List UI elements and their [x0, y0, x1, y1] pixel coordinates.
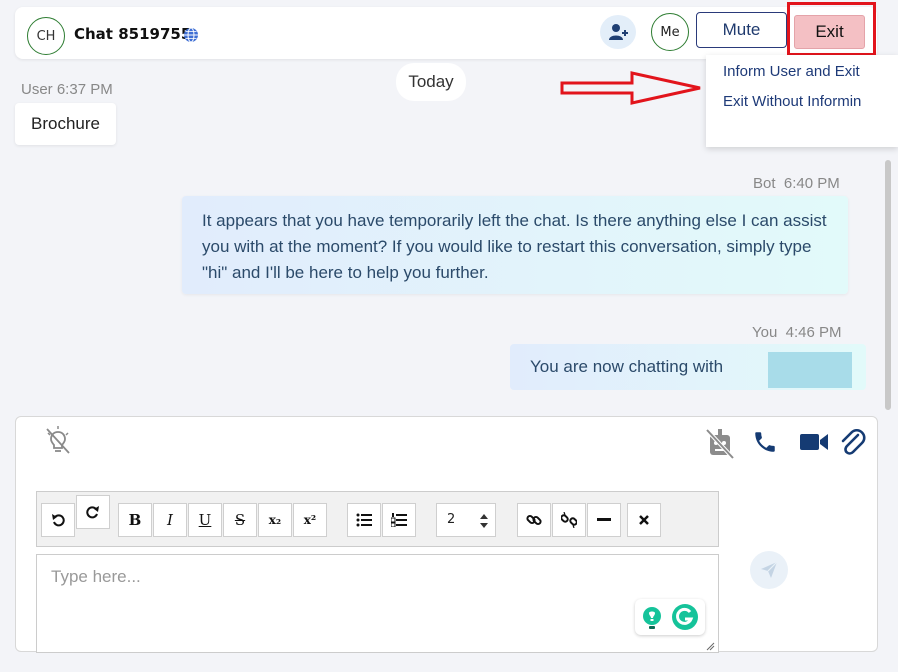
- underline-button[interactable]: U: [188, 503, 222, 537]
- redacted-agent-name: [768, 352, 852, 388]
- strikethrough-button[interactable]: S: [223, 503, 257, 537]
- add-user-icon: [609, 24, 628, 40]
- close-icon: [639, 515, 649, 525]
- horizontal-rule-button[interactable]: [587, 503, 621, 537]
- paperclip-icon[interactable]: [838, 427, 866, 457]
- video-camera-icon[interactable]: [799, 431, 829, 453]
- message-input[interactable]: Type here...: [36, 554, 719, 653]
- minus-icon: [597, 518, 611, 521]
- you-message-meta: You 4:46 PM: [752, 324, 842, 341]
- italic-button[interactable]: I: [153, 503, 187, 537]
- red-arrow-annotation: [560, 71, 701, 105]
- bullet-list-icon: [356, 513, 372, 527]
- exit-highlight-box: Exit: [787, 2, 876, 56]
- bot-message-meta: Bot 6:40 PM: [753, 175, 840, 192]
- bot-message-bubble: It appears that you have temporarily lef…: [182, 196, 848, 294]
- editor-toolbar: B I U S x₂ x² 2: [36, 491, 719, 547]
- exit-dropdown-menu: Inform User and Exit Exit Without Inform…: [706, 55, 898, 147]
- phone-icon[interactable]: [752, 429, 778, 455]
- globe-icon: [184, 27, 198, 43]
- numbered-list-icon: [391, 513, 407, 527]
- unlink-button[interactable]: [552, 503, 586, 537]
- clear-format-button[interactable]: [627, 503, 661, 537]
- undo-icon: [52, 514, 65, 527]
- link-icon: [526, 514, 542, 526]
- send-button[interactable]: [750, 551, 788, 589]
- add-user-button[interactable]: [600, 15, 636, 49]
- me-avatar[interactable]: Me: [651, 13, 689, 51]
- undo-button[interactable]: [41, 503, 75, 537]
- date-divider: Today: [396, 63, 466, 101]
- redo-icon: [86, 506, 99, 519]
- user-message-bubble: Brochure: [15, 103, 116, 145]
- exit-button[interactable]: Exit: [794, 15, 865, 49]
- spinner-arrows-icon: [480, 514, 488, 528]
- user-message-meta: User 6:37 PM: [21, 81, 113, 98]
- lightbulb-off-icon[interactable]: [42, 425, 74, 457]
- message-composer: B I U S x₂ x² 2 Type here...: [15, 416, 878, 653]
- font-size-value: 2: [447, 512, 456, 527]
- send-icon: [761, 561, 778, 578]
- bold-button[interactable]: B: [118, 503, 152, 537]
- resize-handle-icon[interactable]: [705, 641, 715, 651]
- menu-item-inform-user-and-exit[interactable]: Inform User and Exit: [723, 63, 860, 80]
- chat-scrollbar[interactable]: [885, 160, 891, 410]
- superscript-button[interactable]: x²: [293, 503, 327, 537]
- bullet-list-button[interactable]: [347, 503, 381, 537]
- chat-title: Chat 8519755: [74, 25, 192, 43]
- numbered-list-button[interactable]: [382, 503, 416, 537]
- grammarly-widget[interactable]: [635, 599, 705, 635]
- menu-item-exit-without-informing[interactable]: Exit Without Informin: [723, 93, 861, 110]
- lightbulb-icon: [643, 607, 661, 629]
- mute-button[interactable]: Mute: [696, 12, 787, 48]
- chat-header: CH Chat 8519755 Me Mute Exit: [15, 2, 877, 59]
- redo-button[interactable]: [76, 495, 110, 529]
- subscript-button[interactable]: x₂: [258, 503, 292, 537]
- insert-link-button[interactable]: [517, 503, 551, 537]
- bot-off-icon[interactable]: [704, 427, 736, 461]
- chat-avatar: CH: [27, 17, 65, 55]
- grammarly-icon: [672, 604, 698, 630]
- font-size-select[interactable]: 2: [436, 503, 496, 537]
- unlink-icon: [561, 512, 577, 528]
